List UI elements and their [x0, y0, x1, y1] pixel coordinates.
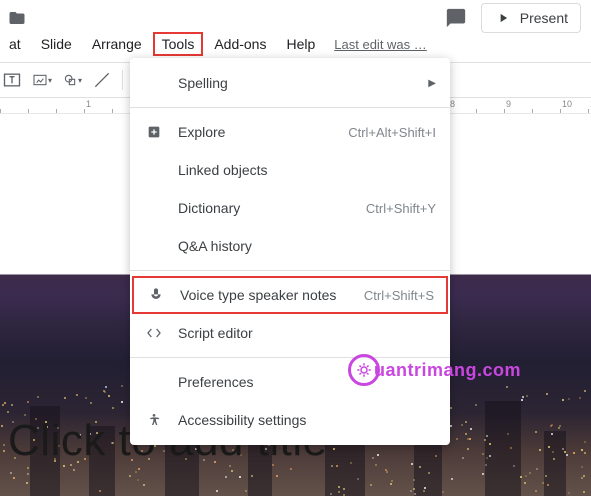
menu-voice-type-speaker-notes[interactable]: Voice type speaker notes Ctrl+Shift+S: [132, 276, 448, 314]
blank-icon: [144, 372, 164, 392]
window-topbar: Present: [0, 0, 591, 34]
menu-dictionary-shortcut: Ctrl+Shift+Y: [366, 201, 436, 216]
watermark-text: uantrimang.com: [374, 360, 521, 381]
accessibility-icon: [144, 410, 164, 430]
menu-help[interactable]: Help: [277, 32, 324, 56]
line-tool-icon[interactable]: [92, 70, 112, 90]
menu-script-editor-label: Script editor: [178, 325, 436, 341]
folder-icon[interactable]: [8, 9, 26, 27]
menu-format-partial[interactable]: at: [0, 32, 30, 56]
tools-dropdown: Spelling ▶ Explore Ctrl+Alt+Shift+I Link…: [130, 58, 450, 445]
menu-tools[interactable]: Tools: [153, 32, 204, 56]
menu-spelling[interactable]: Spelling ▶: [130, 64, 450, 102]
menu-voice-type-label: Voice type speaker notes: [180, 287, 364, 303]
menu-explore-shortcut: Ctrl+Alt+Shift+I: [348, 125, 436, 140]
menu-spelling-label: Spelling: [178, 75, 428, 91]
menu-linked-objects-label: Linked objects: [178, 162, 436, 178]
menu-slide[interactable]: Slide: [32, 32, 81, 56]
menu-explore[interactable]: Explore Ctrl+Alt+Shift+I: [130, 113, 450, 151]
menu-qa-history-label: Q&A history: [178, 238, 436, 254]
blank-icon: [144, 236, 164, 256]
explore-icon: [144, 122, 164, 142]
blank-icon: [144, 198, 164, 218]
menu-accessibility-label: Accessibility settings: [178, 412, 436, 428]
menu-voice-type-shortcut: Ctrl+Shift+S: [364, 288, 434, 303]
topbar-right: Present: [445, 3, 581, 33]
menu-dictionary-label: Dictionary: [178, 200, 366, 216]
topbar-left: [8, 9, 26, 27]
menu-addons[interactable]: Add-ons: [205, 32, 275, 56]
blank-icon: [144, 73, 164, 93]
textbox-tool-icon[interactable]: [2, 70, 22, 90]
blank-icon: [144, 160, 164, 180]
menu-arrange[interactable]: Arrange: [83, 32, 151, 56]
present-label: Present: [520, 10, 568, 26]
menu-dictionary[interactable]: Dictionary Ctrl+Shift+Y: [130, 189, 450, 227]
comment-icon[interactable]: [445, 7, 467, 29]
submenu-arrow-icon: ▶: [428, 78, 436, 89]
shape-tool-icon[interactable]: ▾: [62, 70, 82, 90]
last-edit-link[interactable]: Last edit was …: [334, 37, 427, 52]
play-icon: [494, 11, 512, 25]
menu-script-editor[interactable]: Script editor: [130, 314, 450, 352]
toolbar-separator: [122, 70, 123, 90]
watermark: uantrimang.com: [348, 354, 521, 386]
image-tool-icon[interactable]: ▾: [32, 70, 52, 90]
divider: [130, 107, 450, 108]
divider: [130, 270, 450, 271]
script-icon: [144, 323, 164, 343]
menu-accessibility[interactable]: Accessibility settings: [130, 401, 450, 439]
menu-explore-label: Explore: [178, 124, 348, 140]
menu-qa-history[interactable]: Q&A history: [130, 227, 450, 265]
microphone-icon: [146, 285, 166, 305]
present-button[interactable]: Present: [481, 3, 581, 33]
menu-linked-objects[interactable]: Linked objects: [130, 151, 450, 189]
